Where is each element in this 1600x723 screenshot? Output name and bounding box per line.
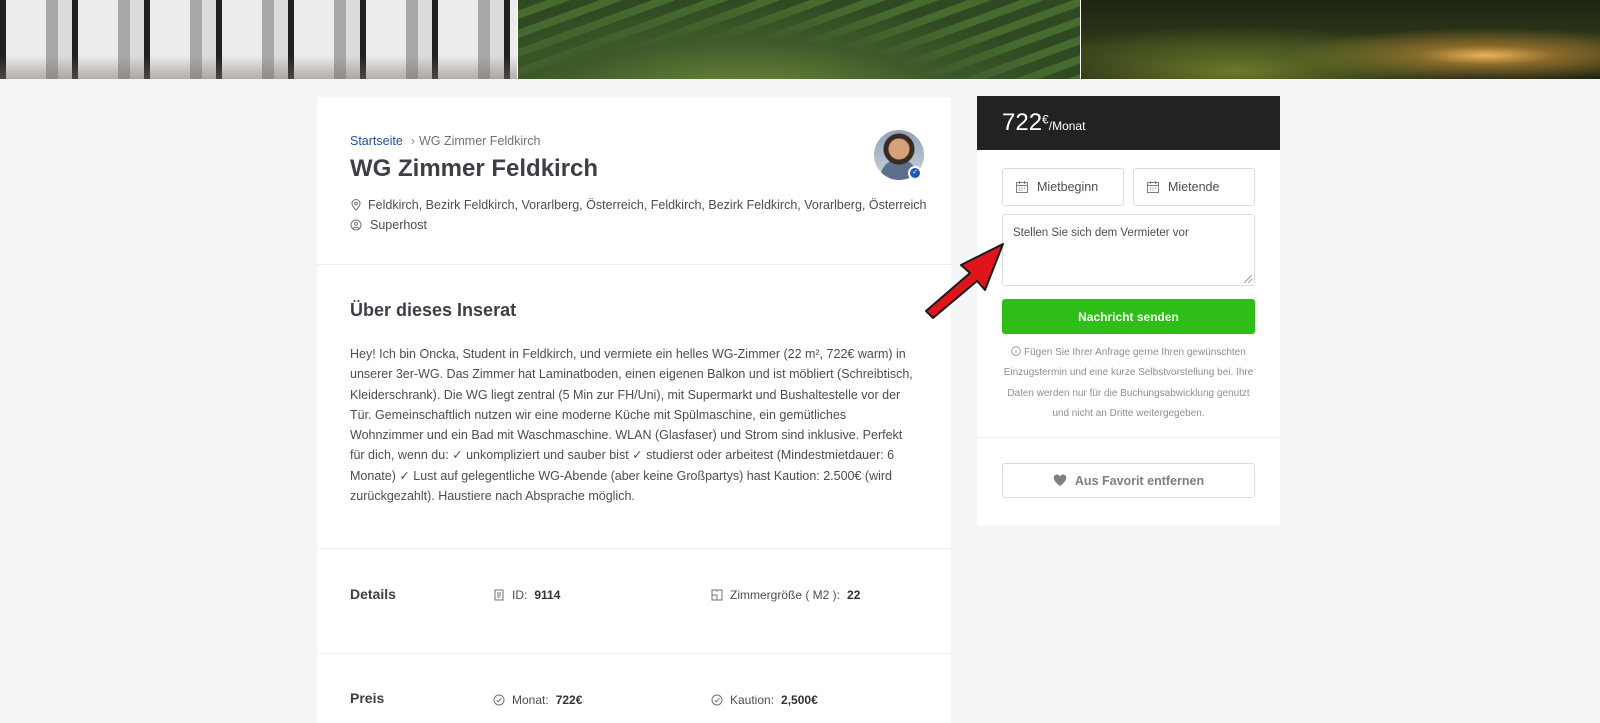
end-date-placeholder: Mietende xyxy=(1168,180,1220,194)
preis-label: Preis xyxy=(350,690,385,706)
preis-kaution: Kaution: 2,500€ xyxy=(711,693,818,707)
page-title: WG Zimmer Feldkirch xyxy=(350,155,599,182)
listing-card: Startseite › WG Zimmer Feldkirch WG Zimmer… xyxy=(317,97,951,723)
booking-note-text: Fügen Sie Ihrer Anfrage gerne Ihren gewü… xyxy=(1003,347,1254,419)
host-label: Superhost xyxy=(370,218,427,232)
gallery-photo-1[interactable] xyxy=(0,0,517,79)
document-icon xyxy=(494,589,504,601)
preis-monat-value: 722€ xyxy=(555,693,583,707)
booking-note: Fügen Sie Ihrer Anfrage gerne Ihren gewü… xyxy=(1002,343,1255,424)
calendar-icon xyxy=(1016,181,1028,193)
breadcrumb: Startseite › WG Zimmer Feldkirch xyxy=(350,134,541,148)
start-date-placeholder: Mietbeginn xyxy=(1037,180,1099,194)
about-heading: Über dieses Inserat xyxy=(350,300,517,320)
price-amount: 722 xyxy=(1002,109,1043,136)
host-avatar[interactable]: ✓ xyxy=(874,130,924,180)
details-label: Details xyxy=(350,586,396,602)
check-circle-icon xyxy=(711,694,723,706)
price-currency: € xyxy=(1042,112,1049,127)
message-placeholder: Stellen Sie sich dem Vermieter vor xyxy=(1013,227,1189,239)
message-textarea[interactable]: Stellen Sie sich dem Vermieter vor xyxy=(1002,214,1255,286)
preis-monat: Monat: 722€ xyxy=(493,693,582,707)
check-circle-icon xyxy=(493,694,505,706)
details-id-label: ID: xyxy=(512,588,528,602)
verified-badge-icon: ✓ xyxy=(908,166,922,180)
heart-icon xyxy=(1053,474,1067,486)
listing-location: Feldkirch, Bezirk Feldkirch, Vorarlberg,… xyxy=(350,198,927,212)
details-id: ID: 9114 xyxy=(493,588,560,602)
resize-handle-icon[interactable] xyxy=(1244,275,1252,283)
host-info: Superhost xyxy=(350,218,427,232)
details-id-value: 9114 xyxy=(534,588,561,602)
section-divider xyxy=(977,437,1280,438)
details-size-label: Zimmergröße ( M2 ): xyxy=(730,588,841,602)
breadcrumb-current: WG Zimmer Feldkirch xyxy=(418,134,541,148)
section-divider xyxy=(317,548,951,549)
section-divider xyxy=(317,264,951,265)
gallery-photo-2[interactable] xyxy=(518,0,1080,79)
gallery-photo-3[interactable] xyxy=(1081,0,1600,79)
user-circle-icon xyxy=(350,219,362,231)
price-period: /Monat xyxy=(1048,119,1086,133)
preis-monat-label: Monat: xyxy=(512,693,549,707)
details-size-value: 22 xyxy=(847,588,861,602)
remove-favorite-button[interactable]: Aus Favorit entfernen xyxy=(1002,463,1255,498)
booking-panel: 722€/Monat Mietbeginn Mietende Stellen S… xyxy=(977,96,1280,526)
about-text: Hey! Ich bin Oncka, Student in Feldkirch… xyxy=(350,347,913,504)
price-bar: 722€/Monat xyxy=(977,96,1280,150)
send-message-button[interactable]: Nachricht senden xyxy=(1002,299,1255,334)
preis-kaution-value: 2,500€ xyxy=(781,693,818,707)
section-divider xyxy=(317,653,951,654)
preis-kaution-label: Kaution: xyxy=(730,693,775,707)
start-date-input[interactable]: Mietbeginn xyxy=(1002,168,1124,206)
info-icon xyxy=(1011,346,1021,356)
map-pin-icon xyxy=(351,199,361,211)
breadcrumb-separator: › xyxy=(410,134,415,148)
location-text: Feldkirch, Bezirk Feldkirch, Vorarlberg,… xyxy=(368,198,927,212)
breadcrumb-home-link[interactable]: Startseite xyxy=(350,134,403,148)
calendar-icon xyxy=(1147,181,1159,193)
booking-form: Mietbeginn Mietende Stellen Sie sich dem… xyxy=(977,150,1280,526)
photo-gallery[interactable] xyxy=(0,0,1600,79)
annotation-arrow-icon xyxy=(925,243,1004,319)
details-size: Zimmergröße ( M2 ): 22 xyxy=(711,588,860,602)
end-date-input[interactable]: Mietende xyxy=(1133,168,1255,206)
floorplan-icon xyxy=(711,589,723,601)
remove-favorite-label: Aus Favorit entfernen xyxy=(1074,473,1205,488)
